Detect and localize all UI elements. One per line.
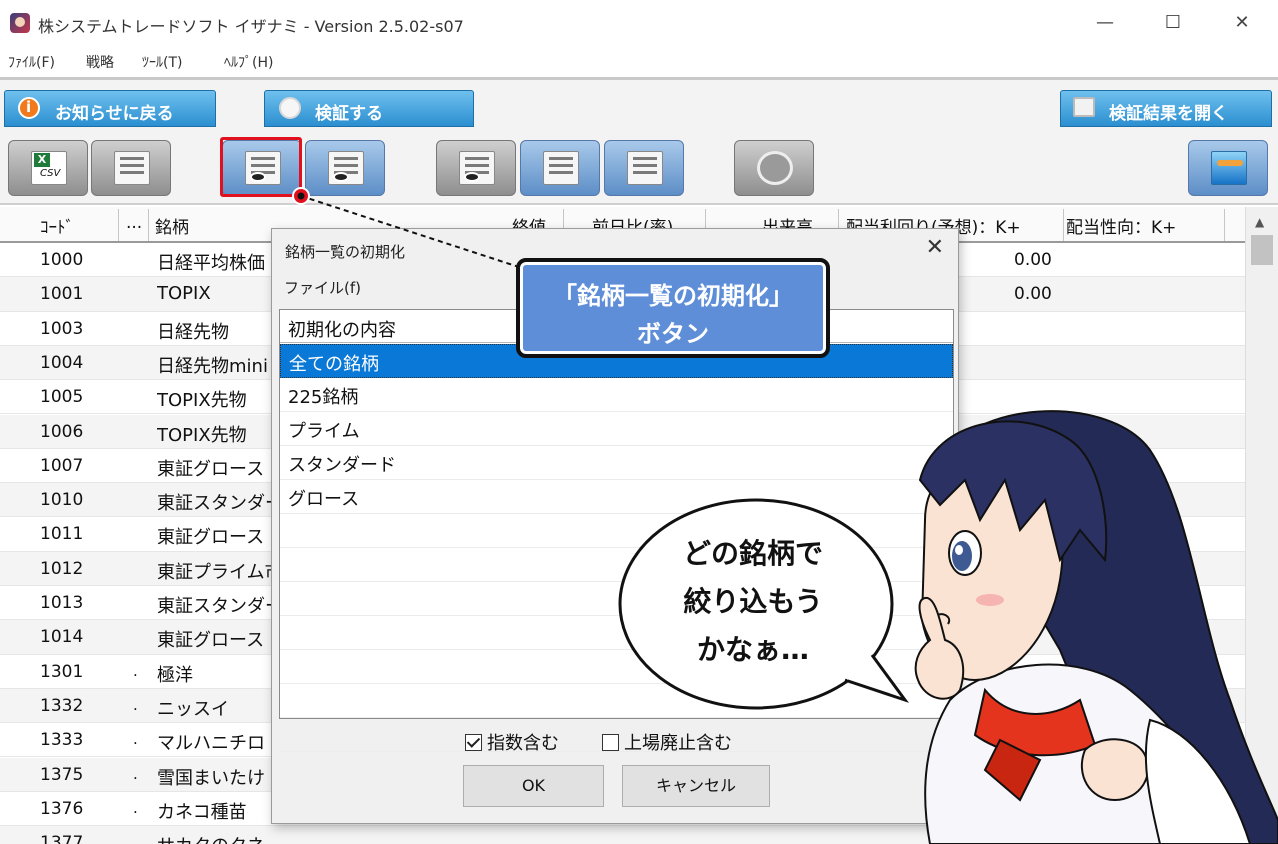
mascot-illustration <box>618 410 1278 844</box>
speech-bubble-text: どの銘柄で 絞り込もう かなぁ… <box>682 537 823 666</box>
